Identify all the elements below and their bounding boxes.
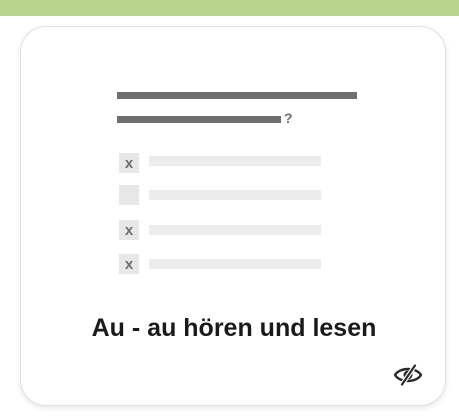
option-mark: x (125, 222, 134, 239)
option-mark: x (125, 256, 134, 273)
option-line (149, 190, 321, 200)
tile-title: Au - au hören und lesen (91, 314, 377, 342)
eye-slash-icon[interactable] (393, 364, 423, 386)
question-line-1 (117, 92, 357, 99)
option-checkbox (119, 185, 139, 205)
option-mark: x (125, 155, 134, 172)
option-line (149, 156, 321, 166)
question-mark: ? (284, 110, 293, 126)
multiple-choice-quiz-icon: ? x x x (117, 92, 357, 274)
option-line (149, 225, 321, 235)
top-accent-bar (0, 0, 459, 16)
question-line-2 (117, 116, 281, 123)
exercise-tile[interactable]: ? x x x Au - au hören und lesen (20, 26, 446, 406)
option-line (149, 259, 321, 269)
